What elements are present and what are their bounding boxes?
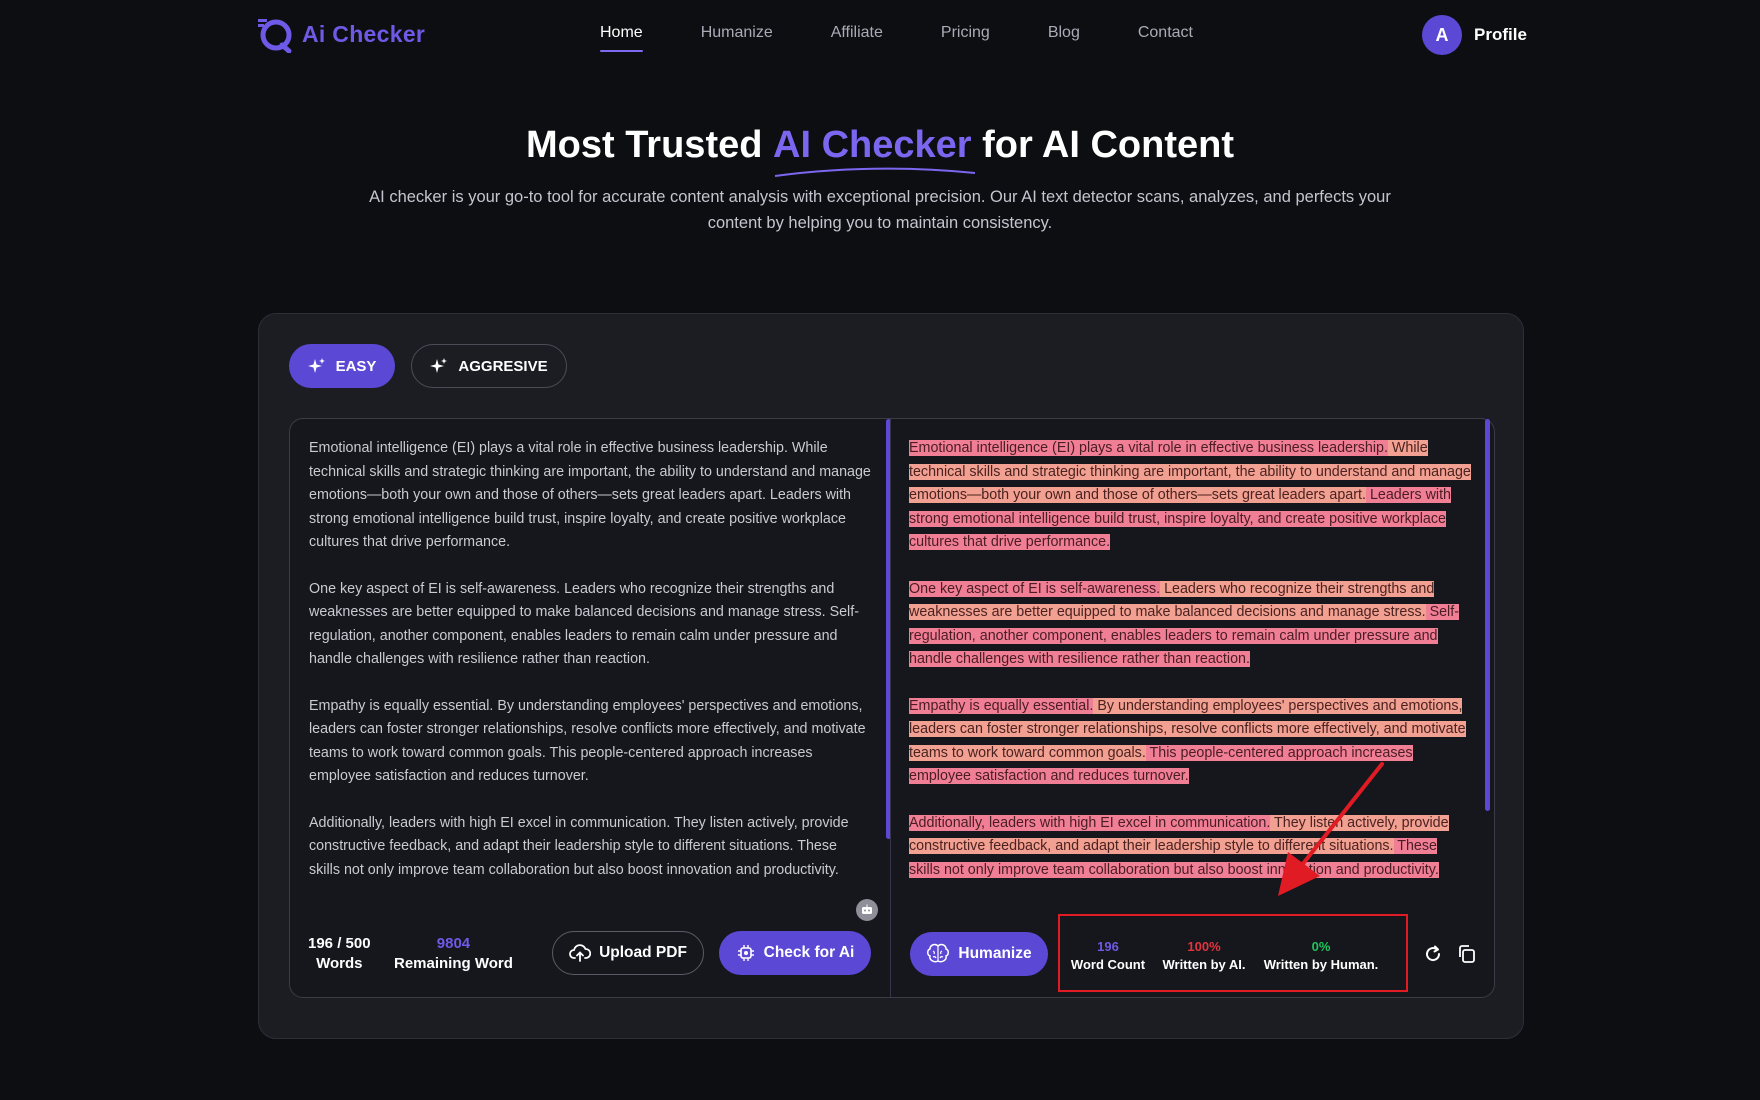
mode-easy-button[interactable]: EASY xyxy=(289,344,395,388)
annotation-arrow-icon xyxy=(1278,762,1384,896)
editor-panel: Emotional intelligence (EI) plays a vita… xyxy=(289,418,1495,998)
pane-divider xyxy=(890,419,891,997)
title-suffix: for AI Content xyxy=(971,124,1234,166)
page-subtitle: AI checker is your go-to tool for accura… xyxy=(369,188,1391,232)
check-for-ai-button[interactable]: Check for Ai xyxy=(719,931,871,975)
title-accent: AI Checker xyxy=(773,124,976,177)
remaining-words-stat: 9804 Remaining Word xyxy=(394,934,513,974)
brand-logo[interactable]: Ai Checker xyxy=(256,15,425,53)
upload-pdf-label: Upload PDF xyxy=(599,944,687,961)
avatar[interactable]: A xyxy=(1422,15,1462,55)
robot-glyph xyxy=(862,904,872,914)
cloud-upload-icon xyxy=(569,944,592,962)
result-ai-percent: 100% Written by AI. xyxy=(1160,938,1248,974)
brand-name: Ai Checker xyxy=(302,20,426,47)
detection-results: 196 Word Count 100% Written by AI. 0% Wr… xyxy=(1058,914,1408,992)
title-accent-text: AI Checker xyxy=(773,124,972,166)
output-paragraph: One key aspect of EI is self-awareness. … xyxy=(909,578,1471,672)
sparkle-icon xyxy=(430,358,448,373)
mode-easy-label: EASY xyxy=(335,357,377,375)
result-word-count-value: 196 xyxy=(1097,939,1119,954)
result-ai-label: Written by AI. xyxy=(1162,957,1246,972)
checker-card: EASY AGGRESIVE Emotional intelligence (E… xyxy=(258,313,1524,1039)
output-paragraph: Emotional intelligence (EI) plays a vita… xyxy=(909,437,1471,555)
nav-link-affiliate[interactable]: Affiliate xyxy=(831,24,883,42)
title-prefix: Most Trusted xyxy=(525,124,774,166)
nav-link-contact[interactable]: Contact xyxy=(1138,24,1193,42)
ai-highlight: Additionally, leaders with high EI excel… xyxy=(909,814,1271,831)
ai-highlight: Emotional intelligence (EI) plays a vita… xyxy=(909,440,1388,456)
upload-pdf-button[interactable]: Upload PDF xyxy=(552,931,704,975)
sparkle-icon xyxy=(307,358,325,373)
result-word-count: 196 Word Count xyxy=(1066,938,1150,974)
nav-link-home[interactable]: Home xyxy=(600,24,643,52)
input-paragraph: One key aspect of EI is self-awareness. … xyxy=(309,580,859,668)
refresh-icon[interactable] xyxy=(1422,943,1444,965)
check-for-ai-label: Check for Ai xyxy=(763,944,855,961)
humanize-label: Humanize xyxy=(958,945,1032,962)
input-paragraph: Emotional intelligence (EI) plays a vita… xyxy=(309,440,871,550)
word-count-stat: 196 / 500 Words xyxy=(308,934,371,974)
result-word-count-label: Word Count xyxy=(1070,957,1146,972)
brain-icon xyxy=(927,943,950,963)
remaining-words-label: Remaining Word xyxy=(394,955,513,972)
profile-label[interactable]: Profile xyxy=(1474,25,1527,45)
robot-icon[interactable] xyxy=(856,899,878,921)
output-scrollbar[interactable] xyxy=(1485,419,1490,811)
humanize-button[interactable]: Humanize xyxy=(910,932,1048,976)
word-count-value: 196 / 500 xyxy=(308,935,371,952)
nav-link-humanize[interactable]: Humanize xyxy=(701,24,773,42)
nav-link-pricing[interactable]: Pricing xyxy=(941,24,990,42)
underline-swoosh-icon xyxy=(774,167,976,177)
nav-links: Home Humanize Affiliate Pricing Blog Con… xyxy=(600,24,1193,52)
result-human-label: Written by Human. xyxy=(1263,957,1379,972)
ai-highlight: Empathy is equally essential. xyxy=(909,697,1094,714)
remaining-words-value: 9804 xyxy=(436,935,471,952)
page-title: Most Trusted AI Checker for AI Content xyxy=(0,124,1760,177)
nav-link-blog[interactable]: Blog xyxy=(1048,24,1080,42)
result-human-value: 0% xyxy=(1311,939,1331,954)
mode-aggressive-button[interactable]: AGGRESIVE xyxy=(411,344,567,388)
result-ai-value: 100% xyxy=(1187,939,1221,954)
input-paragraph: Empathy is equally essential. By underst… xyxy=(309,697,866,785)
result-human-percent: 0% Written by Human. xyxy=(1256,938,1386,974)
chip-icon xyxy=(737,945,754,961)
logo-icon xyxy=(258,19,292,53)
copy-icon[interactable] xyxy=(1456,943,1478,965)
ai-highlight: One key aspect of EI is self-awareness. xyxy=(909,580,1161,597)
top-nav: Ai Checker Home Humanize Affiliate Prici… xyxy=(0,0,1760,72)
mode-aggressive-label: AGGRESIVE xyxy=(458,357,548,375)
profile-menu[interactable]: A Profile xyxy=(1422,15,1527,55)
input-textarea[interactable]: Emotional intelligence (EI) plays a vita… xyxy=(309,437,871,905)
input-paragraph: Additionally, leaders with high EI excel… xyxy=(309,814,849,878)
word-count-label: Words xyxy=(316,955,363,972)
